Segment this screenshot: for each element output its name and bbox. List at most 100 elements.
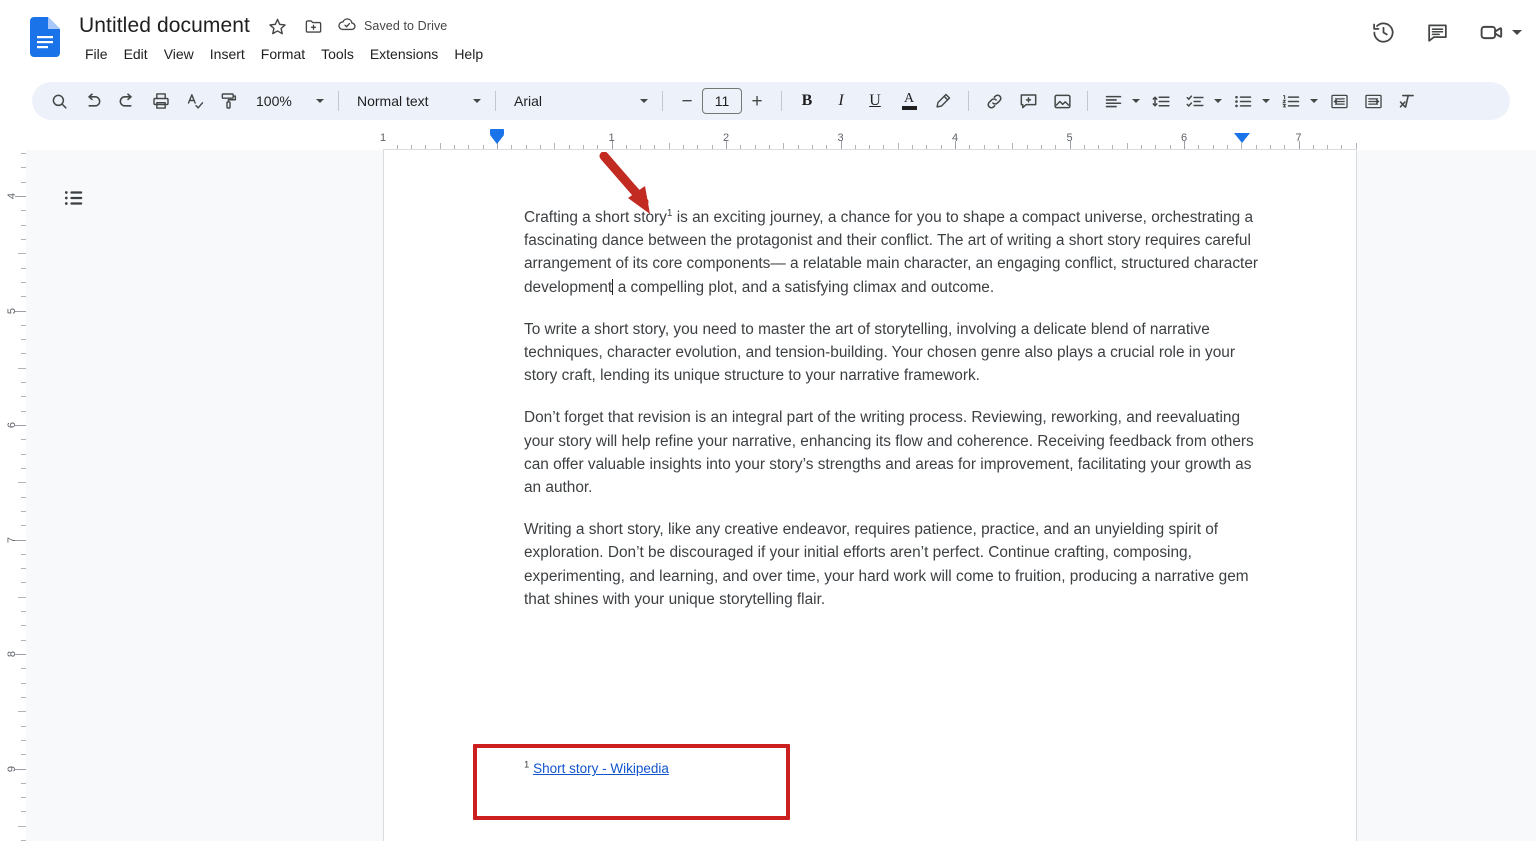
- right-indent-marker[interactable]: [1234, 133, 1250, 143]
- line-spacing-icon[interactable]: [1146, 86, 1176, 116]
- vertical-ruler-tick: [21, 783, 26, 784]
- paragraph-4[interactable]: Writing a short story, like any creative…: [524, 518, 1266, 611]
- comment-history-icon[interactable]: [1417, 12, 1457, 52]
- chevron-down-icon: [640, 99, 648, 103]
- chevron-down-icon[interactable]: [1128, 87, 1144, 115]
- menu-item-extensions[interactable]: Extensions: [362, 42, 446, 66]
- font-family-dropdown[interactable]: Arial: [504, 87, 654, 115]
- text-color-swatch: [902, 106, 917, 110]
- vertical-ruler-tick: [21, 497, 26, 498]
- vertical-ruler-tick: [21, 568, 26, 569]
- font-size-input[interactable]: 11: [702, 88, 742, 114]
- paragraph-2[interactable]: To write a short story, you need to mast…: [524, 318, 1266, 388]
- menu-item-insert[interactable]: Insert: [202, 42, 253, 66]
- menu-item-edit[interactable]: Edit: [116, 42, 156, 66]
- vertical-ruler-tick: [21, 353, 26, 354]
- numbered-list-icon[interactable]: [1276, 86, 1306, 116]
- undo-icon[interactable]: [78, 86, 108, 116]
- menu-item-tools[interactable]: Tools: [313, 42, 362, 66]
- left-indent-marker[interactable]: [490, 129, 504, 144]
- increase-font-size-button[interactable]: +: [744, 88, 770, 114]
- menu-item-view[interactable]: View: [156, 42, 202, 66]
- vertical-ruler-tick: [15, 311, 26, 312]
- vertical-ruler-tick: [15, 769, 26, 770]
- chevron-down-icon[interactable]: [1258, 87, 1274, 115]
- footnote-number: 1: [524, 760, 529, 771]
- move-to-folder-icon[interactable]: [303, 15, 325, 37]
- vertical-ruler[interactable]: 456789: [0, 150, 26, 841]
- vertical-ruler-tick: [15, 196, 26, 197]
- vertical-ruler-tick: [21, 683, 26, 684]
- decrease-font-size-button[interactable]: −: [674, 88, 700, 114]
- zoom-value: 100%: [256, 93, 292, 109]
- insert-link-icon[interactable]: [979, 86, 1009, 116]
- paint-format-icon[interactable]: [214, 86, 244, 116]
- add-comment-icon[interactable]: [1013, 86, 1043, 116]
- increase-indent-icon[interactable]: [1358, 86, 1388, 116]
- cloud-saved-icon: [337, 14, 357, 39]
- vertical-ruler-tick: [21, 239, 26, 240]
- star-icon[interactable]: [267, 15, 289, 37]
- print-icon[interactable]: [146, 86, 176, 116]
- align-dropdown[interactable]: [1096, 86, 1144, 116]
- italic-button[interactable]: I: [826, 86, 856, 116]
- footnote-link[interactable]: Short story - Wikipedia: [533, 761, 669, 776]
- paragraph-3[interactable]: Don’t forget that revision is an integra…: [524, 406, 1266, 499]
- version-history-icon[interactable]: [1363, 12, 1403, 52]
- footnote-area: 1 Short story - Wikipedia: [524, 744, 1266, 778]
- document-page[interactable]: Crafting a short story1 is an exciting j…: [383, 150, 1357, 841]
- document-title[interactable]: Untitled document: [76, 12, 253, 40]
- numbered-list-dropdown[interactable]: [1274, 86, 1322, 116]
- clear-formatting-icon[interactable]: [1392, 86, 1422, 116]
- document-text-body[interactable]: Crafting a short story1 is an exciting j…: [524, 206, 1266, 611]
- footnote-item[interactable]: 1 Short story - Wikipedia: [524, 760, 1266, 778]
- vertical-ruler-tick: [21, 167, 26, 168]
- vertical-ruler-tick: [21, 640, 26, 641]
- vertical-ruler-tick: [21, 625, 26, 626]
- bulleted-list-icon[interactable]: [1228, 86, 1258, 116]
- vertical-ruler-tick: [21, 153, 26, 154]
- text-color-button[interactable]: A: [894, 86, 924, 116]
- paragraph-1[interactable]: Crafting a short story1 is an exciting j…: [524, 206, 1266, 299]
- vertical-ruler-tick: [21, 754, 26, 755]
- video-call-icon[interactable]: [1471, 12, 1511, 52]
- document-outline-icon[interactable]: [54, 178, 94, 218]
- chevron-down-icon[interactable]: [1512, 30, 1522, 35]
- vertical-ruler-tick: [21, 210, 26, 211]
- bold-label: B: [802, 92, 813, 110]
- insert-image-icon[interactable]: [1047, 86, 1077, 116]
- bulleted-list-dropdown[interactable]: [1226, 86, 1274, 116]
- checklist-dropdown[interactable]: [1178, 86, 1226, 116]
- underline-button[interactable]: U: [860, 86, 890, 116]
- docs-app-icon[interactable]: [30, 17, 60, 57]
- vertical-ruler-tick: [18, 253, 26, 254]
- spellcheck-icon[interactable]: [180, 86, 210, 116]
- chevron-down-icon[interactable]: [1306, 87, 1322, 115]
- chevron-down-icon[interactable]: [1210, 87, 1226, 115]
- decrease-indent-icon[interactable]: [1324, 86, 1354, 116]
- align-left-icon[interactable]: [1098, 86, 1128, 116]
- menu-item-format[interactable]: Format: [253, 42, 313, 66]
- paragraph-style-dropdown[interactable]: Normal text: [347, 87, 487, 115]
- redo-icon[interactable]: [112, 86, 142, 116]
- video-call-button[interactable]: [1471, 12, 1522, 52]
- zoom-dropdown[interactable]: 100%: [246, 87, 330, 115]
- toolbar-divider: [338, 91, 339, 111]
- document-workspace: Crafting a short story1 is an exciting j…: [26, 150, 1536, 841]
- italic-label: I: [838, 92, 843, 110]
- vertical-ruler-tick: [21, 225, 26, 226]
- formatting-toolbar: 100% Normal text Arial − 11 + B I U: [32, 82, 1510, 120]
- checklist-icon[interactable]: [1180, 86, 1210, 116]
- toolbar-divider: [495, 91, 496, 111]
- save-status[interactable]: Saved to Drive: [337, 14, 447, 39]
- bold-button[interactable]: B: [792, 86, 822, 116]
- highlight-pen-icon[interactable]: [928, 86, 958, 116]
- paragraph-1-part-a: Crafting a short story: [524, 209, 667, 226]
- horizontal-ruler[interactable]: 11234567: [0, 128, 1536, 150]
- menu-item-help[interactable]: Help: [446, 42, 491, 66]
- vertical-ruler-tick: [21, 454, 26, 455]
- search-icon[interactable]: [44, 86, 74, 116]
- menu-item-file[interactable]: File: [77, 42, 116, 66]
- vertical-ruler-tick: [21, 268, 26, 269]
- vertical-ruler-tick: [21, 726, 26, 727]
